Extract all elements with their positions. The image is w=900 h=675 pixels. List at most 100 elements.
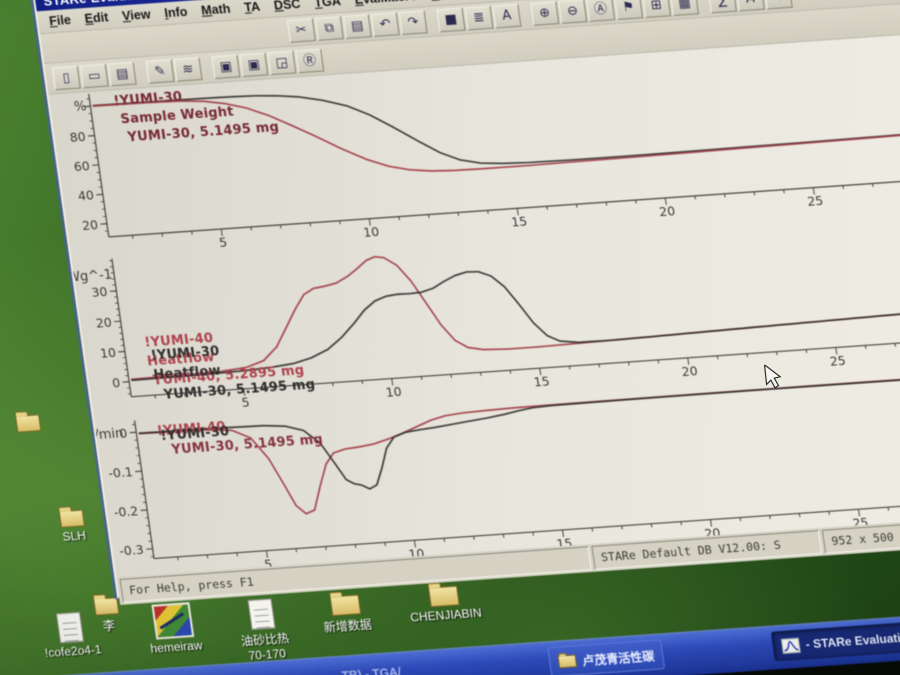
x-tick-label: 20 [681,363,699,379]
toolbar-glyph: ↶ [378,16,392,33]
menu-item[interactable]: TGA [306,0,349,12]
menu-item[interactable]: Edit [77,8,117,28]
x-tick-label: 15 [510,214,528,230]
toolbar-glyph: ▣ [246,56,261,73]
open-icon[interactable]: ▭ [79,63,109,88]
taskbar-item-label: TB) - TGA/ [340,664,402,675]
desktop-icon-chenjiabin[interactable]: CHENJIABIN [402,584,487,625]
toolbar-glyph: ▭ [86,67,102,84]
chart-area: 5 10 15 20 25 80 60 40 20% !YUMI-30 Sample Weight Y… [48,33,900,578]
toolbar-glyph: ▦ [677,0,692,12]
toolbar-glyph: ▤ [350,18,365,35]
y-tick-label: 60 [73,158,91,174]
stare-curve-icon [780,637,801,654]
image-file-icon [151,602,195,640]
flag-icon[interactable]: ⚑ [614,0,644,20]
text-label-icon[interactable]: A [492,3,522,29]
curve-export-icon[interactable]: ≋ [173,56,203,82]
x-tick-label: 25 [829,353,847,369]
taskbar-item-folder[interactable]: 卢茂青活性碳 [547,639,666,675]
x-tick-label: 10 [362,224,380,240]
cut-icon[interactable]: ✂ [286,18,316,43]
menu-item[interactable]: View [114,5,159,26]
x-tick-label: 15 [533,374,551,390]
paste-icon[interactable]: ▤ [342,14,372,39]
toolbar-glyph: ▯ [61,69,71,86]
desktop-icon-slh[interactable]: SLH [58,509,88,544]
y-tick-label: 40 [77,188,95,204]
y-tick-label: -0.3 [118,542,144,559]
toolbar-glyph: Å [745,0,756,7]
separator[interactable] [698,0,709,14]
toolbar-glyph: ⊞ [650,0,664,14]
folder-icon [557,653,578,669]
fill-square-icon[interactable]: ■ [436,7,466,33]
x-tick-label: 25 [806,193,824,209]
y-tick-label: 10 [99,345,117,361]
toolbar-glyph: ✎ [153,63,167,79]
x-tick-label: 20 [658,203,676,219]
scale-icon[interactable]: ⊞ [641,0,672,18]
y-tick-label: 80 [69,129,87,145]
toolbar-glyph: ≋ [181,61,195,77]
curve-annotation: !YUMI-30 [113,90,184,110]
icon-label: CHENJIABIN [409,605,483,625]
menu-item[interactable]: TA [236,0,268,17]
toolbar-glyph: ▣ [218,58,234,75]
menu-item[interactable]: Info [156,2,195,22]
normalize-icon[interactable]: Å [735,0,765,12]
toolbar-glyph: ⧉ [323,20,335,37]
print-preview-icon[interactable]: ◲ [267,50,297,75]
curve-pen-icon[interactable]: ✎ [145,58,175,84]
result-table-icon[interactable]: ▦ [669,0,700,17]
axis-unit-label: % [73,100,87,116]
save-icon[interactable]: ▤ [107,61,137,86]
toolbar-glyph: A [501,8,513,24]
print-icon[interactable]: ▣ [211,54,241,79]
copy-icon[interactable]: ⧉ [314,16,344,41]
zoom-out-icon[interactable]: ⊖ [558,0,588,24]
folder-icon [427,585,460,608]
zoom-in-icon[interactable]: ⊕ [530,1,560,26]
new-icon[interactable]: ▯ [51,65,81,90]
sum-icon[interactable]: ∑ [707,0,737,14]
desktop-icon-cofe2o4[interactable]: !cofe2o4-1 [35,610,107,660]
page-r-icon[interactable]: Ⓡ [295,48,325,73]
menu-item[interactable]: Math [193,0,239,20]
axis-unit-label: Wg^-1 [72,268,113,286]
taskbar-item-stare[interactable]: - STARe Evaluation [770,616,900,662]
y-tick-label: -0.1 [107,464,133,481]
undo-icon[interactable]: ↶ [370,12,400,37]
toolbar-glyph: ▤ [114,65,130,82]
icon-label: SLH [61,528,87,544]
x-tick-label: 10 [385,384,403,400]
y-tick-label: 20 [95,314,113,330]
screen-photo: SLH 李 !cofe2o4-1 hemeiraw 油砂比热 70-170 新增… [0,0,900,675]
line-style-icon[interactable]: ≣ [464,5,494,31]
taskbar-item-label: 卢茂青活性碳 [581,648,656,668]
desktop-icon-xinzeng[interactable]: 新增数据 [313,593,380,636]
print-setup-icon[interactable]: ▣ [239,52,269,77]
desktop-icon-yousha[interactable]: 油砂比热 70-170 [231,597,298,664]
y-tick-label: 20 [81,217,99,233]
toolbar-glyph: ✂ [294,22,308,39]
mouse-cursor [762,363,784,395]
zoom-auto-icon[interactable]: Ⓐ [586,0,616,22]
taskbar-item-tga[interactable]: TB) - TGA/ [332,657,411,675]
x-tick-label: 5 [218,235,228,250]
desktop-icon-hemeiraw[interactable]: hemeiraw [142,602,205,657]
redo-icon[interactable]: ↷ [398,10,428,35]
desktop-icon-folder-top[interactable] [15,414,42,433]
icon-label: 新增数据 [322,617,373,635]
folder-icon [329,594,361,617]
toolbar-glyph: ⊕ [538,5,552,22]
y-tick-label: 30 [91,284,109,300]
y-tick-label: 0 [111,375,121,390]
toolbar-glyph: Ⓡ [302,52,318,69]
axis-unit-label: 1/min [94,426,124,443]
toolbar-glyph: ⊖ [566,3,580,20]
menu-item[interactable]: File [41,11,79,31]
document-icon [55,611,85,644]
curve-icon[interactable]: ∿ [763,0,793,10]
menu-item[interactable]: DSC [266,0,309,15]
